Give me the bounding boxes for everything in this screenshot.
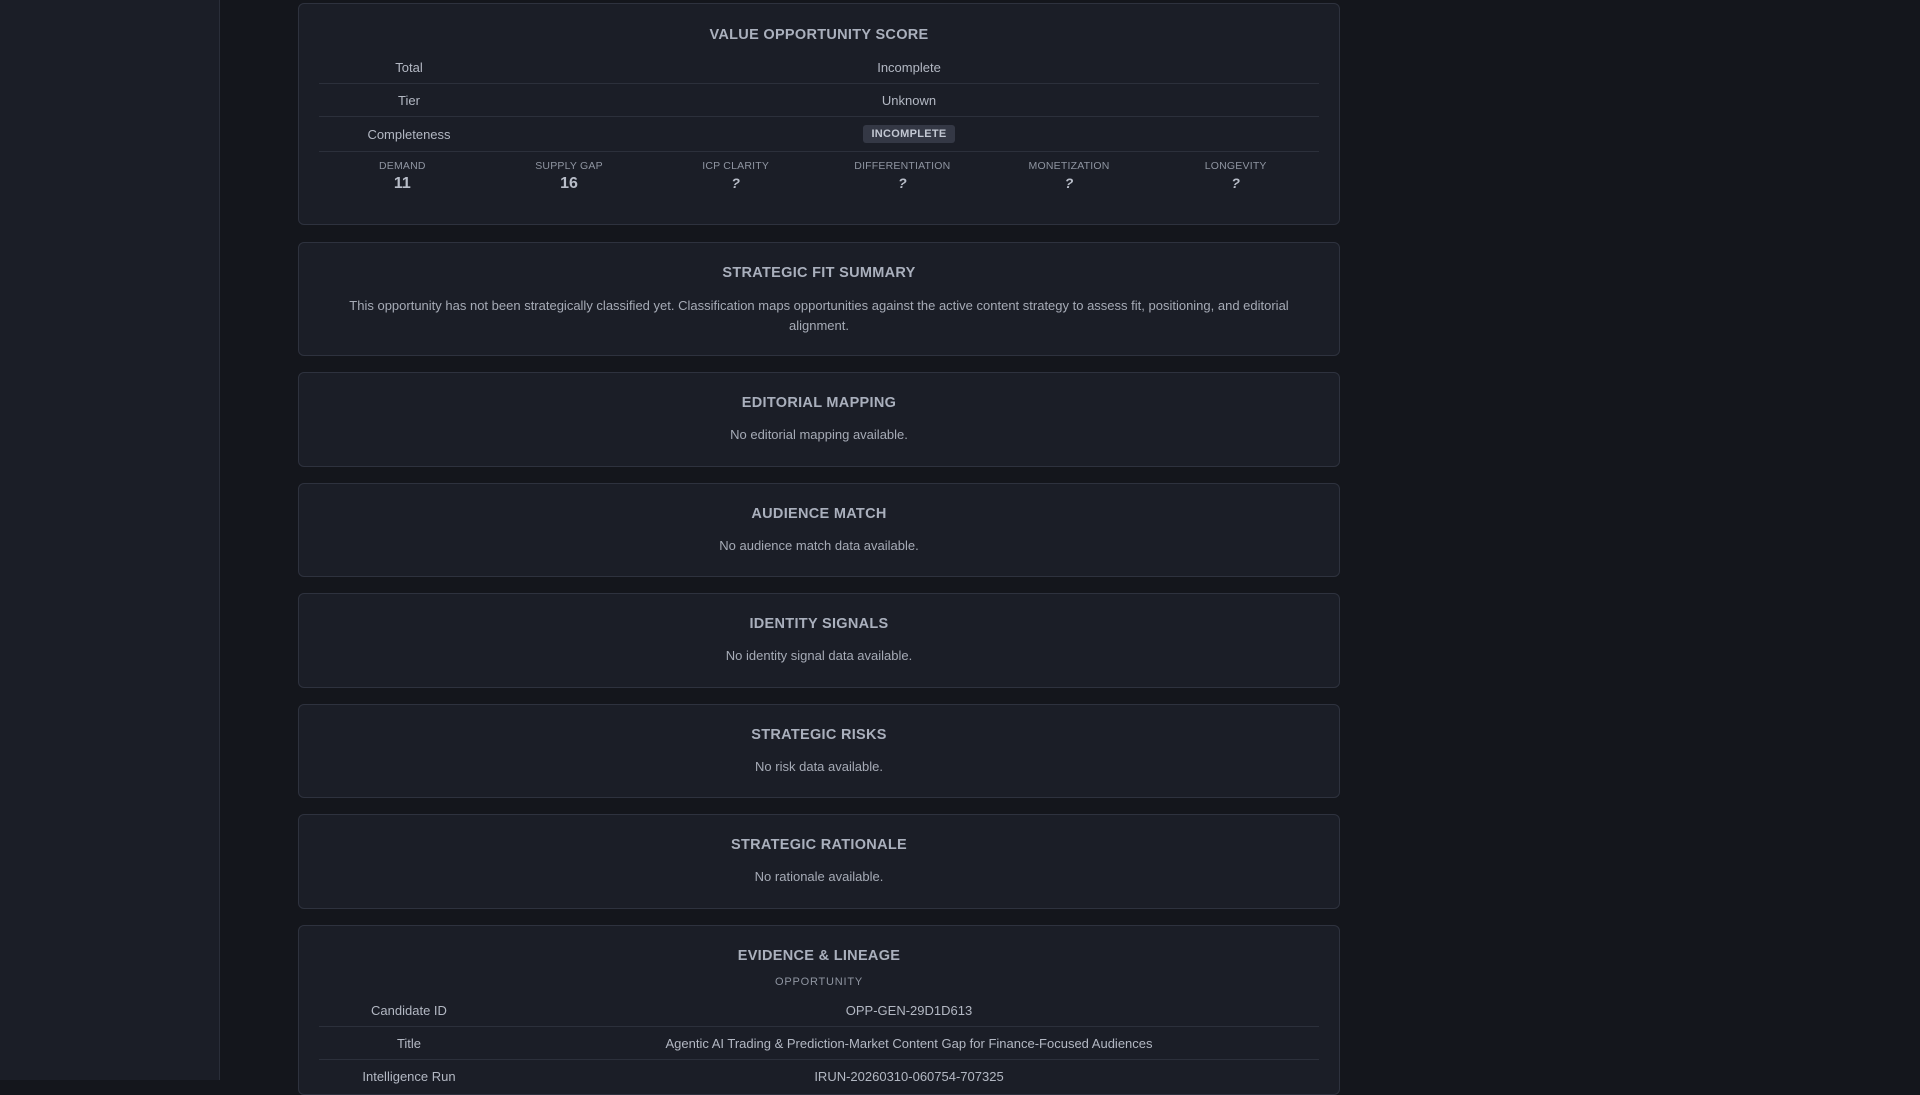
row-value: Incomplete — [877, 59, 941, 75]
card-text: This opportunity has not been strategica… — [349, 298, 1289, 333]
card-title: VALUE OPPORTUNITY SCORE — [709, 27, 929, 43]
row-key: Intelligence Run — [362, 1068, 456, 1084]
card-title: IDENTITY SIGNALS — [749, 616, 889, 632]
evidence-lineage-card: EVIDENCE & LINEAGE OPPORTUNITY Candidate… — [298, 925, 1340, 1095]
row-value: INCOMPLETE — [499, 125, 1319, 143]
metric-differentiation: DIFFERENTIATION ? — [819, 160, 986, 193]
metric-label: LONGEVITY — [1204, 160, 1267, 172]
card-text: No identity signal data available. — [725, 648, 913, 663]
metric-value: 16 — [560, 175, 578, 192]
strategic-fit-summary-card: STRATEGIC FIT SUMMARY This opportunity h… — [298, 242, 1340, 356]
card-title: STRATEGIC RISKS — [751, 727, 887, 743]
sidebar — [0, 0, 220, 1080]
card-title: AUDIENCE MATCH — [751, 506, 887, 522]
card-text: No rationale available. — [754, 869, 884, 884]
metric-label: DEMAND — [378, 160, 426, 172]
row-key: Completeness — [367, 126, 451, 142]
metric-longevity: LONGEVITY ? — [1152, 160, 1319, 193]
table-row: Completeness INCOMPLETE — [319, 117, 1319, 151]
metric-monetization: MONETIZATION ? — [986, 160, 1153, 193]
row-value: IRUN-20260310-060754-707325 — [814, 1068, 1004, 1084]
identity-signals-card: IDENTITY SIGNALS No identity signal data… — [298, 593, 1340, 688]
row-key: Tier — [398, 92, 420, 108]
row-value: Agentic AI Trading & Prediction-Market C… — [665, 1035, 1153, 1051]
row-key: Title — [396, 1035, 422, 1051]
section-label: OPPORTUNITY — [774, 976, 864, 988]
row-key: Candidate ID — [371, 1002, 447, 1018]
value-opportunity-score-card: VALUE OPPORTUNITY SCORE Total Incomplete… — [298, 3, 1340, 225]
editorial-mapping-card: EDITORIAL MAPPING No editorial mapping a… — [298, 372, 1340, 467]
metric-label: DIFFERENTIATION — [854, 160, 951, 172]
row-key: Total — [395, 59, 423, 75]
metric-value: ? — [731, 175, 740, 191]
metric-value: ? — [1064, 175, 1074, 191]
metric-icp-clarity: ICP CLARITY ? — [652, 160, 819, 193]
strategic-risks-card: STRATEGIC RISKS No risk data available. — [298, 704, 1340, 798]
metric-value: ? — [1231, 175, 1240, 191]
table-row: Candidate ID OPP-GEN-29D1D613 — [319, 994, 1319, 1027]
metric-demand: DEMAND 11 — [319, 160, 486, 193]
metric-value: 11 — [393, 175, 411, 192]
row-value: Unknown — [881, 92, 937, 108]
evidence-table: Candidate ID OPP-GEN-29D1D613 Title Agen… — [319, 994, 1319, 1092]
card-title: STRATEGIC FIT SUMMARY — [722, 265, 916, 281]
metric-label: ICP CLARITY — [702, 160, 770, 172]
card-text: No editorial mapping available. — [730, 427, 908, 442]
table-row: Tier Unknown — [319, 84, 1319, 117]
metric-label: MONETIZATION — [1028, 160, 1110, 172]
metric-value: ? — [898, 175, 907, 191]
card-title: EVIDENCE & LINEAGE — [737, 948, 901, 964]
table-row: Intelligence Run IRUN-20260310-060754-70… — [319, 1060, 1319, 1092]
strategic-rationale-card: STRATEGIC RATIONALE No rationale availab… — [298, 814, 1340, 909]
card-title: STRATEGIC RATIONALE — [731, 837, 907, 853]
card-title: EDITORIAL MAPPING — [741, 395, 897, 411]
score-table: Total Incomplete Tier Unknown Completene… — [319, 51, 1319, 193]
completeness-badge: INCOMPLETE — [863, 125, 955, 143]
table-row: Total Incomplete — [319, 51, 1319, 84]
metric-strip: DEMAND 11 SUPPLY GAP 16 ICP CLARITY ? DI… — [319, 151, 1319, 193]
table-row: Title Agentic AI Trading & Prediction-Ma… — [319, 1027, 1319, 1060]
row-value: OPP-GEN-29D1D613 — [845, 1002, 973, 1018]
card-text: No risk data available. — [755, 759, 883, 774]
audience-match-card: AUDIENCE MATCH No audience match data av… — [298, 483, 1340, 577]
card-text: No audience match data available. — [719, 538, 919, 553]
metric-label: SUPPLY GAP — [535, 160, 603, 172]
metric-supply-gap: SUPPLY GAP 16 — [486, 160, 653, 193]
